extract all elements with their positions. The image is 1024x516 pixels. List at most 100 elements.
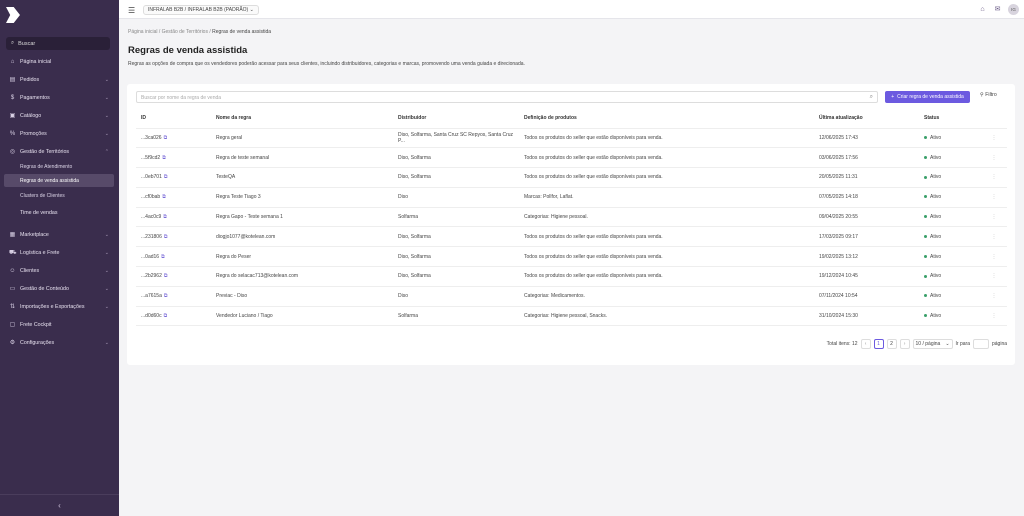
row-actions-icon[interactable]: ⋮ — [976, 226, 1007, 248]
sidebar: ⌕ Buscar ⌂ Página inicial ▤ Pedidos ⌄ $ Paga… — [0, 0, 119, 516]
copy-icon[interactable]: ⧉ — [164, 135, 168, 141]
sidebar-item-orders[interactable]: ▤ Pedidos ⌄ — [0, 73, 119, 86]
table-row[interactable]: ...0eb701 ⧉ TesteQA Diso, Solfarma Todos os … — [136, 167, 1007, 188]
row-actions-icon[interactable]: ⋮ — [976, 187, 1007, 208]
sidebar-item-catalog[interactable]: ▣ Catálogo ⌄ — [0, 109, 119, 122]
cell-status: Ativo — [919, 226, 976, 248]
breadcrumb-home[interactable]: Página inicial — [128, 29, 157, 35]
column-header-updated[interactable]: Última atualização — [814, 109, 919, 129]
column-header-id[interactable]: ID — [136, 109, 211, 129]
copy-icon[interactable]: ⧉ — [162, 194, 166, 200]
sidebar-subitem-label: Regras de Atendimento — [20, 163, 73, 170]
cell-status: Ativo — [919, 167, 976, 188]
table-row[interactable]: ...a7615a ⧉ Previac - Diso Diso Categorias: … — [136, 286, 1007, 307]
prev-page-button[interactable]: ‹ — [860, 339, 871, 349]
breadcrumb-territories[interactable]: Gestão de Territórios — [162, 29, 208, 35]
goto-page-input[interactable] — [972, 339, 989, 349]
sidebar-subitem-service-rules[interactable]: Regras de Atendimento — [4, 160, 114, 173]
sidebar-item-payments[interactable]: $ Pagamentos ⌄ — [0, 91, 119, 104]
column-header-distributor[interactable]: Distribuidor — [393, 109, 519, 129]
plus-icon: + — [891, 94, 895, 100]
sidebar-item-sales-team[interactable]: Time de vendas — [0, 206, 119, 219]
topbar-actions: ⌂ ✉ IG — [978, 4, 1019, 15]
row-actions-icon[interactable]: ⋮ — [976, 128, 1007, 149]
row-actions-icon[interactable]: ⋮ — [976, 266, 1007, 287]
column-header-status[interactable]: Status — [919, 109, 976, 129]
copy-icon[interactable]: ⧉ — [164, 293, 168, 299]
row-actions-icon[interactable]: ⋮ — [976, 167, 1007, 188]
chevron-down-icon: ⌄ — [104, 112, 109, 119]
sidebar-item-freight-cockpit[interactable]: ▢ Frete Cockpit — [0, 318, 119, 331]
logo[interactable] — [6, 7, 20, 23]
status-badge: Ativo — [930, 214, 942, 221]
cell-distributor: Diso, Solfarma — [393, 246, 519, 268]
copy-icon[interactable]: ⧉ — [164, 273, 168, 279]
row-actions-icon[interactable]: ⋮ — [976, 147, 1007, 169]
filter-button[interactable]: ⚲ Filtro — [980, 92, 997, 98]
column-header-products[interactable]: Definição de produtos — [519, 109, 814, 129]
sidebar-subitem-label: Regras de venda assistida — [20, 177, 79, 184]
table-row[interactable]: ...d0d60c ⧉ Vendedor Luciano / Tiago Solfar… — [136, 306, 1007, 327]
sidebar-item-territories[interactable]: ◎ Gestão de Territórios ⌃ — [0, 145, 119, 158]
copy-icon[interactable]: ⧉ — [161, 254, 165, 260]
page-size-select[interactable]: 10 / página ⌄ — [912, 339, 953, 349]
avatar[interactable]: IG — [1008, 4, 1019, 15]
sidebar-item-label: Catálogo — [20, 112, 42, 119]
copy-icon[interactable]: ⧉ — [163, 214, 167, 220]
create-rule-button[interactable]: + Criar regra de venda assistida — [885, 91, 970, 103]
table-row[interactable]: ...0ad16 ⧉ Regra do Peser Diso, Solfarma Tod… — [136, 246, 1007, 268]
next-page-button[interactable]: › — [899, 339, 910, 349]
cell-distributor: Solfarma — [393, 306, 519, 327]
table-row[interactable]: ...5f9cd2 ⧉ Regra de teste semanal Diso, So… — [136, 147, 1007, 169]
copy-icon[interactable]: ⧉ — [164, 313, 168, 319]
sidebar-item-settings[interactable]: ⚙ Configurações ⌄ — [0, 336, 119, 349]
sidebar-item-label: Clientes — [20, 267, 40, 274]
sidebar-item-logistics[interactable]: ⛟ Logística e Frete ⌄ — [0, 246, 119, 259]
table-row[interactable]: ...231806 ⧉ diogjo1077@kotelean.com Diso, S… — [136, 226, 1007, 248]
sidebar-item-import-export[interactable]: ⇅ Importações e Exportações ⌄ — [0, 300, 119, 313]
sidebar-subitem-clusters[interactable]: Clusters de Clientes — [4, 189, 114, 202]
table-row[interactable]: ...cf0bab ⧉ Regra Teste Tiago 3 Diso Marcas:… — [136, 187, 1007, 208]
chevron-down-icon: ⌄ — [104, 267, 109, 274]
sidebar-item-home[interactable]: ⌂ Página inicial — [0, 55, 119, 68]
rule-id: ...4ac0c9 — [141, 214, 162, 221]
sidebar-item-content[interactable]: ▭ Gestão de Conteúdo ⌄ — [0, 282, 119, 295]
cell-distributor: Diso, Solfarma — [393, 147, 519, 169]
collapse-sidebar-button[interactable]: ‹ — [0, 494, 119, 516]
chat-icon[interactable]: ✉ — [993, 5, 1002, 14]
search-input[interactable]: Buscar por nome da regra de venda ⌕ — [136, 91, 878, 103]
rule-id: ...a7615a — [141, 293, 162, 300]
sidebar-item-marketplace[interactable]: ▦ Marketplace ⌄ — [0, 228, 119, 241]
store-icon[interactable]: ⌂ — [978, 5, 987, 14]
cell-products: Todos os produtos do seller que estão di… — [519, 128, 814, 149]
copy-icon[interactable]: ⧉ — [162, 155, 166, 161]
chevron-down-icon: ⌄ — [945, 341, 950, 347]
cell-products: Todos os produtos do seller que estão di… — [519, 147, 814, 169]
cell-distributor: Diso, Solfarma — [393, 266, 519, 287]
copy-icon[interactable]: ⧉ — [164, 234, 168, 240]
status-dot — [924, 235, 927, 239]
row-actions-icon[interactable]: ⋮ — [976, 306, 1007, 327]
home-icon: ⌂ — [10, 58, 15, 65]
sidebar-item-clients[interactable]: ☺ Clientes ⌄ — [0, 264, 119, 277]
sidebar-subitem-assisted-sales[interactable]: Regras de venda assistida — [4, 174, 114, 187]
copy-icon[interactable]: ⧉ — [164, 174, 168, 180]
table-row[interactable]: ...2b2962 ⧉ Regra do selacac713@kotelean.c… — [136, 266, 1007, 287]
cell-name: Regra geral — [211, 128, 393, 149]
menu-icon[interactable]: ☰ — [128, 6, 135, 15]
status-dot — [924, 294, 927, 298]
row-actions-icon[interactable]: ⋮ — [976, 286, 1007, 307]
row-actions-icon[interactable]: ⋮ — [976, 207, 1007, 228]
sidebar-search[interactable]: ⌕ Buscar — [6, 37, 110, 50]
page-2-button[interactable]: 2 — [886, 339, 897, 349]
table-row[interactable]: ...4ac0c9 ⧉ Regra Gapo - Teste semana 1 Sol… — [136, 207, 1007, 228]
cell-updated: 17/03/2025 09:17 — [814, 226, 919, 248]
search-label: Buscar — [18, 40, 36, 47]
store-select[interactable]: INFRALAB B2B / INFRALAB B2B (PADRÃO) ⌄ — [143, 5, 259, 15]
sidebar-item-promotions[interactable]: % Promoções ⌄ — [0, 127, 119, 140]
table-row[interactable]: ...3ca026 ⧉ Regra geral Diso, Solfarma, San… — [136, 128, 1007, 149]
cell-products: Categorias: Higiene pessoal, Snacks. — [519, 306, 814, 327]
column-header-name[interactable]: Nome da regra — [211, 109, 393, 129]
row-actions-icon[interactable]: ⋮ — [976, 246, 1007, 268]
page-1-button[interactable]: 1 — [873, 339, 884, 349]
